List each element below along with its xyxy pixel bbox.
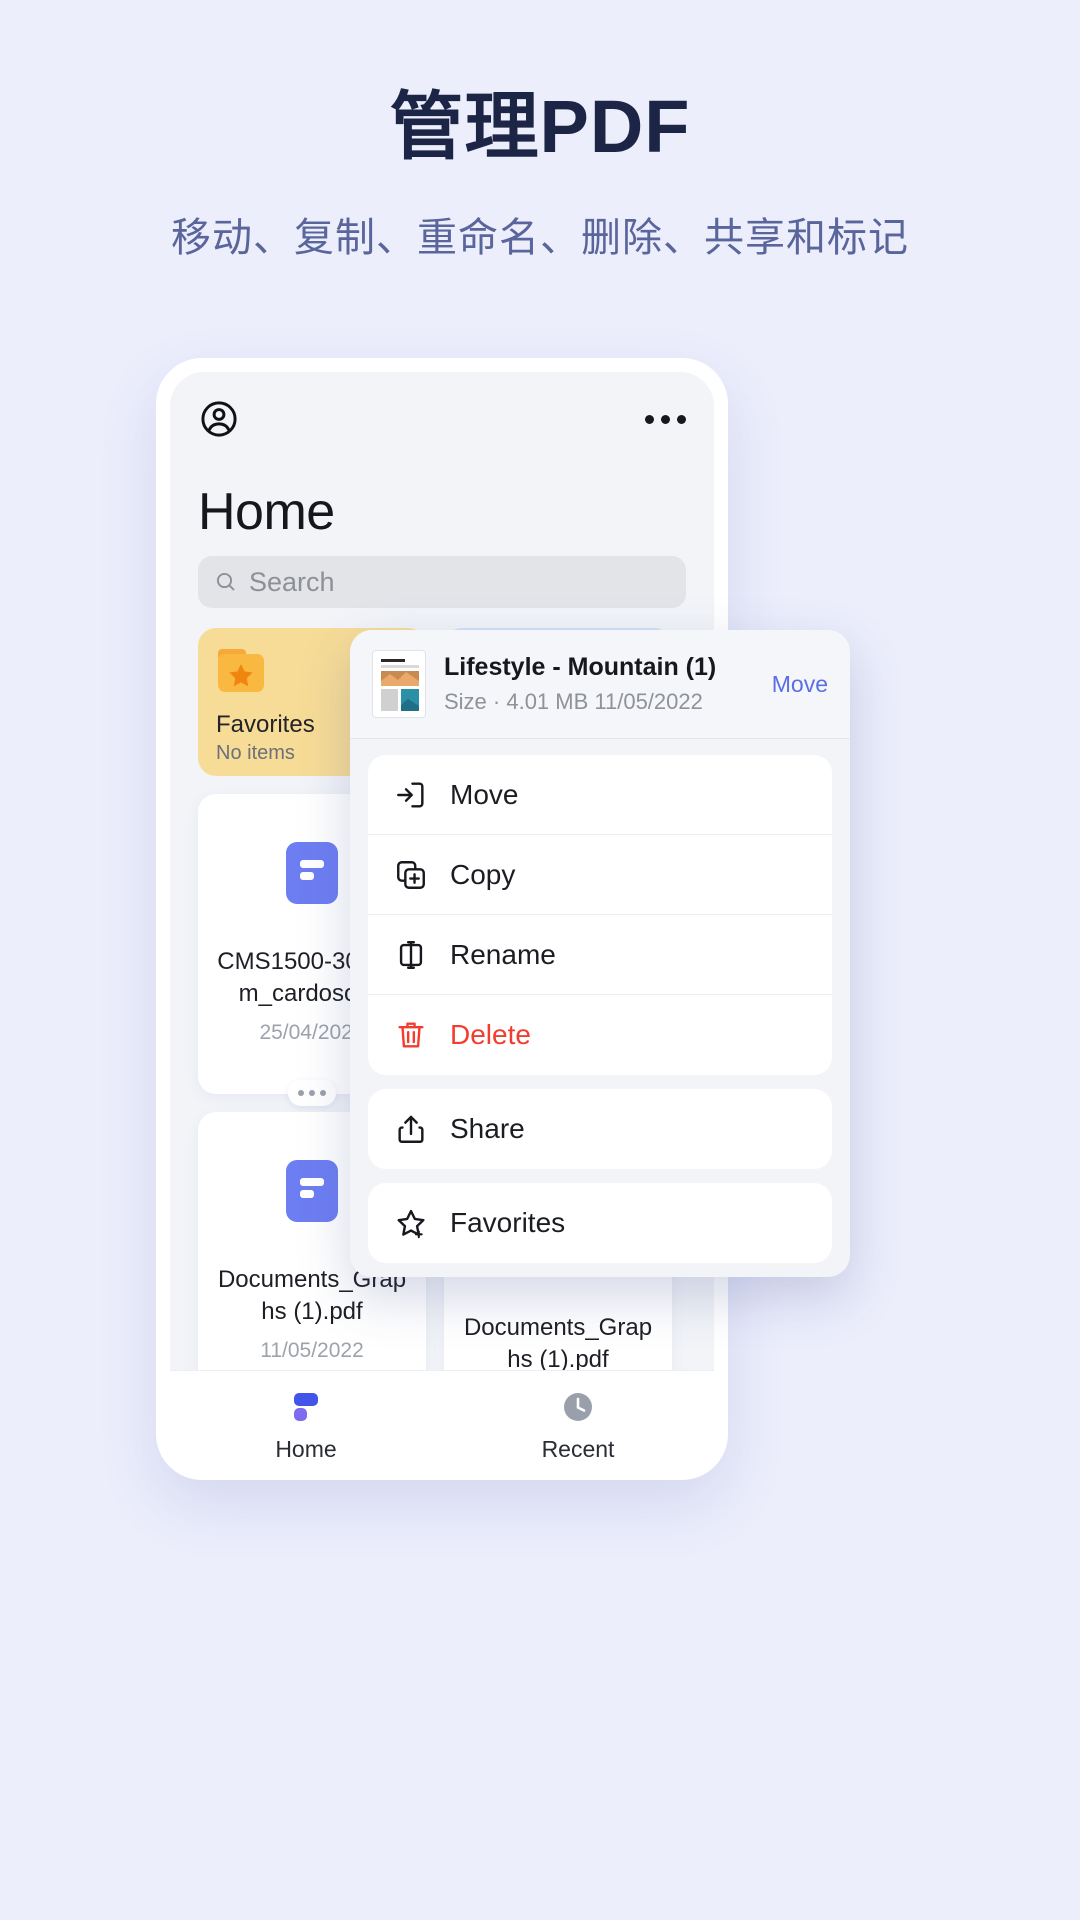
action-group-share: Share xyxy=(368,1089,832,1169)
rename-icon xyxy=(399,940,423,969)
menu-item-rename-label: Rename xyxy=(450,938,556,970)
action-sheet-header: Lifestyle - Mountain (1) Size · 4.01 MB … xyxy=(350,630,850,739)
app-top-bar xyxy=(170,372,714,440)
file-date: 25/04/2022 xyxy=(259,1021,365,1045)
tab-home[interactable]: Home xyxy=(170,1387,442,1463)
pdf-file-icon xyxy=(286,1160,338,1222)
tab-recent-label: Recent xyxy=(541,1436,615,1462)
menu-item-share-label: Share xyxy=(450,1113,525,1144)
menu-item-favorites-label: Favorites xyxy=(450,1207,566,1238)
overflow-menu-icon[interactable] xyxy=(645,414,686,424)
search-icon xyxy=(216,572,235,591)
action-sheet-file-name: Lifestyle - Mountain (1) xyxy=(444,653,717,681)
action-sheet-file-info: Lifestyle - Mountain (1) Size · 4.01 MB … xyxy=(444,653,748,715)
page-subtitle: 移动、复制、重命名、删除、共享和标记 xyxy=(171,216,909,261)
menu-item-delete-label: Delete xyxy=(450,1019,531,1050)
pdf-file-icon xyxy=(286,842,338,904)
action-group-favorites: Favorites xyxy=(368,1183,832,1263)
file-date: 11/05/2022 xyxy=(260,1339,364,1363)
page-title: 管理PDF xyxy=(389,85,691,168)
action-group-primary: Move Copy Rename Delete xyxy=(368,755,832,1075)
move-icon xyxy=(397,781,424,808)
copy-icon xyxy=(397,860,425,889)
star-plus-icon xyxy=(397,1209,425,1239)
tab-recent[interactable]: Recent xyxy=(442,1387,714,1463)
clock-icon xyxy=(564,1393,592,1421)
menu-item-copy[interactable]: Copy xyxy=(368,835,832,915)
bottom-tab-bar: Home Recent xyxy=(170,1370,714,1480)
menu-item-move-label: Move xyxy=(450,778,519,810)
favorites-folder-icon xyxy=(218,649,264,692)
move-link[interactable]: Move xyxy=(766,671,828,698)
promo-header: 管理PDF 移动、复制、重命名、删除、共享和标记 xyxy=(0,0,1080,330)
menu-item-delete[interactable]: Delete xyxy=(368,995,832,1075)
menu-item-move[interactable]: Move xyxy=(368,755,832,835)
home-file-icon xyxy=(294,1393,318,1421)
document-thumbnail xyxy=(372,650,426,718)
file-card-menu-icon[interactable] xyxy=(288,1080,336,1106)
tab-home-label: Home xyxy=(275,1436,337,1462)
file-action-sheet: Lifestyle - Mountain (1) Size · 4.01 MB … xyxy=(350,630,850,1277)
menu-item-rename[interactable]: Rename xyxy=(368,915,832,995)
search-placeholder: Search xyxy=(249,566,335,597)
share-icon xyxy=(398,1115,424,1143)
menu-item-copy-label: Copy xyxy=(450,858,516,890)
file-name: Documents_Graphs (1).pdf xyxy=(463,1314,653,1373)
account-icon[interactable] xyxy=(198,398,240,440)
action-sheet-file-meta: Size · 4.01 MB 11/05/2022 xyxy=(444,689,703,714)
trash-icon xyxy=(398,1022,424,1048)
menu-item-share[interactable]: Share xyxy=(368,1089,832,1169)
home-heading: Home xyxy=(198,483,335,541)
search-input[interactable]: Search xyxy=(198,556,686,608)
menu-item-favorites[interactable]: Favorites xyxy=(368,1183,832,1263)
